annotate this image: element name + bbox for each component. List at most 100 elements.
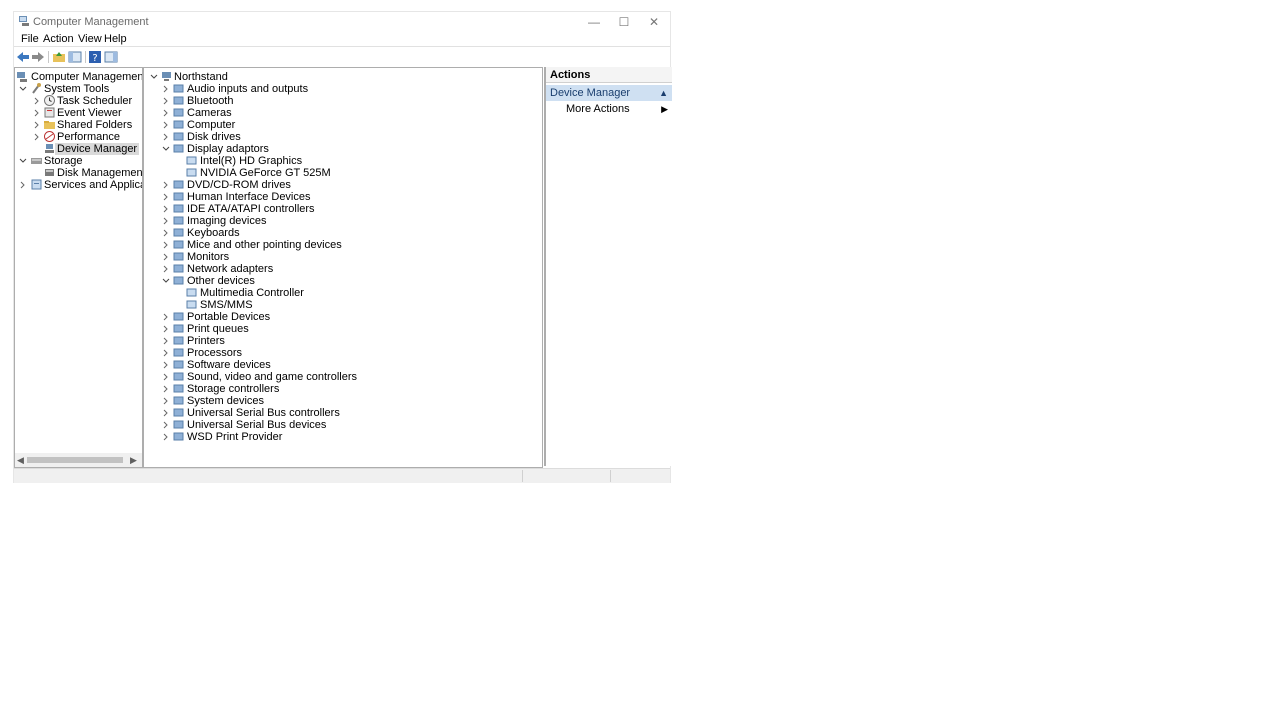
menu-file[interactable]: File: [21, 33, 39, 45]
computer-management-icon: [17, 72, 27, 82]
show-hide-action-pane-icon[interactable]: [104, 50, 118, 64]
chevron-right-icon[interactable]: [162, 409, 170, 417]
chevron-right-icon[interactable]: [33, 121, 41, 129]
toolbar-separator: [85, 51, 86, 63]
device-icon: [186, 168, 197, 177]
chevron-down-icon[interactable]: [150, 73, 158, 81]
chevron-right-icon[interactable]: [162, 385, 170, 393]
chevron-right-icon[interactable]: [162, 85, 170, 93]
maximize-button[interactable]: ☐: [609, 14, 639, 30]
forward-arrow-icon[interactable]: [31, 50, 45, 64]
scroll-left-arrow-icon[interactable]: ◀: [17, 455, 24, 466]
svg-text:?: ?: [92, 53, 97, 64]
scrollbar-thumb[interactable]: [27, 457, 123, 463]
device-category-label: Bluetooth: [187, 95, 234, 107]
chevron-right-icon[interactable]: [162, 205, 170, 213]
device-label: SMS/MMS: [200, 299, 253, 311]
device-category-icon: [173, 312, 184, 321]
chevron-down-icon[interactable]: [162, 145, 170, 153]
chevron-right-icon[interactable]: [162, 433, 170, 441]
collapse-triangle-icon[interactable]: ▲: [659, 85, 668, 101]
chevron-right-icon[interactable]: [162, 217, 170, 225]
chevron-right-icon[interactable]: [162, 373, 170, 381]
menu-help[interactable]: Help: [104, 33, 127, 45]
device-category-label: Print queues: [187, 323, 249, 335]
chevron-right-icon[interactable]: [33, 97, 41, 105]
device-category-icon: [173, 252, 184, 261]
device-category-label: Other devices: [187, 275, 255, 287]
chevron-right-icon[interactable]: [162, 337, 170, 345]
computer-management-icon: [19, 16, 29, 26]
chevron-down-icon[interactable]: [19, 85, 27, 93]
device-manager-icon: [45, 144, 54, 153]
device-category-icon: [173, 108, 184, 117]
chevron-right-icon[interactable]: [162, 397, 170, 405]
chevron-right-icon[interactable]: [162, 109, 170, 117]
device-category-label: Universal Serial Bus devices: [187, 419, 327, 431]
tree-item-label: Disk Management: [57, 167, 143, 179]
chevron-right-icon[interactable]: [162, 181, 170, 189]
device-category-label: Human Interface Devices: [187, 191, 311, 203]
chevron-right-icon[interactable]: [19, 181, 27, 189]
device-category-label: Portable Devices: [187, 311, 271, 323]
device-category-label: Sound, video and game controllers: [187, 371, 357, 383]
actions-section-device-manager[interactable]: Device Manager ▲: [546, 85, 672, 101]
chevron-down-icon[interactable]: [162, 277, 170, 285]
chevron-right-icon[interactable]: [162, 241, 170, 249]
device-category-label: IDE ATA/ATAPI controllers: [187, 203, 315, 215]
device-category-label: Audio inputs and outputs: [187, 83, 309, 95]
device-category-icon: [173, 216, 184, 225]
device-category-icon: [173, 120, 184, 129]
chevron-right-icon[interactable]: [162, 313, 170, 321]
tree-item-label-selected: Device Manager: [55, 143, 140, 155]
chevron-right-icon[interactable]: [162, 229, 170, 237]
actions-pane: Actions Device Manager ▲ More Actions ▶: [544, 67, 672, 466]
clock-icon: [44, 95, 55, 106]
status-bar: [14, 468, 670, 483]
submenu-arrow-icon: ▶: [661, 104, 668, 114]
status-separator: [522, 470, 523, 482]
chevron-right-icon[interactable]: [162, 97, 170, 105]
chevron-right-icon[interactable]: [162, 325, 170, 333]
scroll-right-arrow-icon[interactable]: ▶: [130, 455, 137, 466]
title-bar[interactable]: Computer Management — ☐ ✕: [14, 12, 670, 32]
more-actions-label: More Actions: [566, 103, 630, 115]
device-category-icon: [173, 372, 184, 381]
up-folder-icon[interactable]: [52, 50, 66, 64]
device-icon: [186, 288, 197, 297]
menu-view[interactable]: View: [78, 33, 102, 45]
device-category-icon: [173, 276, 184, 285]
chevron-right-icon[interactable]: [162, 349, 170, 357]
chevron-right-icon[interactable]: [162, 265, 170, 273]
more-actions-item[interactable]: More Actions ▶: [566, 102, 672, 116]
chevron-down-icon[interactable]: [19, 157, 27, 165]
minimize-button[interactable]: —: [579, 14, 609, 30]
horizontal-scrollbar[interactable]: ◀ ▶: [15, 453, 142, 467]
console-tree: Computer Management (Local System Tools …: [14, 67, 143, 468]
menu-action[interactable]: Action: [43, 33, 74, 45]
chevron-right-icon[interactable]: [162, 193, 170, 201]
chevron-right-icon[interactable]: [162, 121, 170, 129]
device-category-label: DVD/CD-ROM drives: [187, 179, 291, 191]
device-category-icon: [173, 204, 184, 213]
device-icon: [186, 300, 197, 309]
device-icon: [186, 156, 197, 165]
chevron-right-icon[interactable]: [162, 253, 170, 261]
device-category-icon: [173, 360, 184, 369]
chevron-right-icon[interactable]: [33, 109, 41, 117]
computer-icon: [162, 72, 171, 81]
actions-section-label: Device Manager: [550, 87, 631, 99]
device-category-icon: [173, 228, 184, 237]
device-category-icon: [173, 396, 184, 405]
back-arrow-icon[interactable]: [16, 50, 30, 64]
help-icon[interactable]: ?: [88, 50, 102, 64]
close-button[interactable]: ✕: [639, 14, 669, 30]
chevron-right-icon[interactable]: [162, 133, 170, 141]
chevron-right-icon[interactable]: [162, 361, 170, 369]
device-tree-pane: Northstand Audio inputs and outputs Blueto…: [143, 67, 543, 468]
device-category-label: Keyboards: [187, 227, 240, 239]
toolbar-separator: [48, 51, 49, 63]
chevron-right-icon[interactable]: [33, 133, 41, 141]
chevron-right-icon[interactable]: [162, 421, 170, 429]
show-hide-tree-icon[interactable]: [68, 50, 82, 64]
